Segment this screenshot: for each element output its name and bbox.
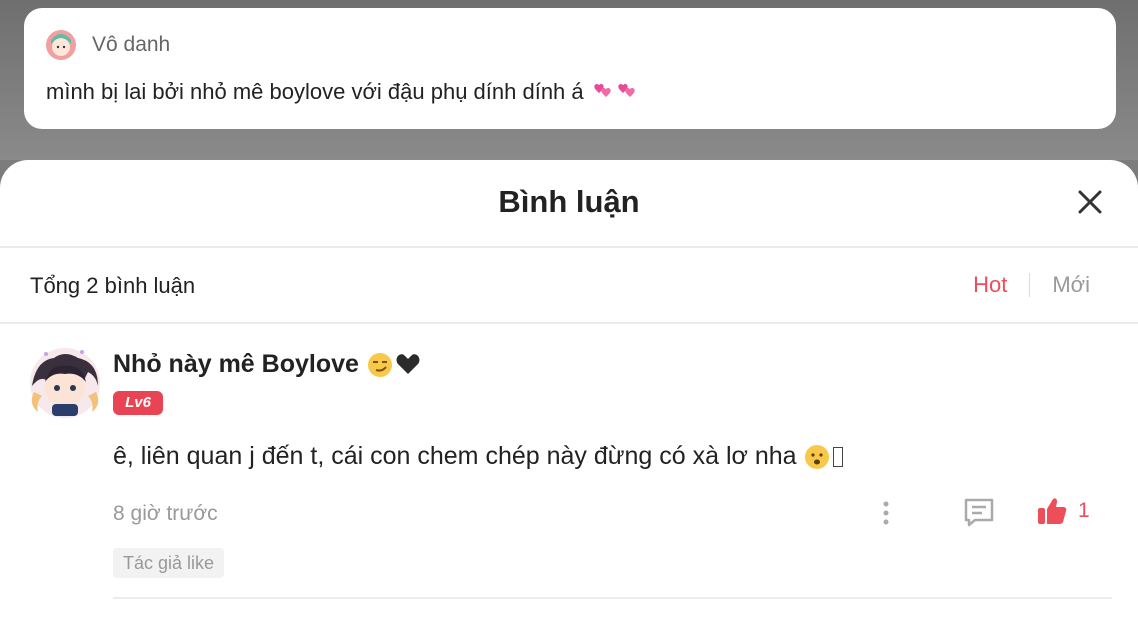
sort-hot-tab[interactable]: Hot xyxy=(973,272,1007,298)
avatar[interactable] xyxy=(26,346,104,420)
black-heart-icon xyxy=(396,353,420,374)
header-divider xyxy=(0,246,1138,248)
sort-tabs: Hot Mới xyxy=(973,272,1090,298)
heart-emoji-icon xyxy=(594,83,611,97)
level-badge: Lv6 xyxy=(113,391,163,415)
thumbs-up-icon xyxy=(1038,498,1067,524)
comment-divider xyxy=(113,597,1112,599)
comment-author-name: Nhỏ này mê Boylove xyxy=(113,350,359,378)
post-text-content: mình bị lai bởi nhỏ mê boylove với đậu p… xyxy=(46,79,584,104)
more-icon[interactable] xyxy=(878,498,894,528)
frowning-emoji-icon xyxy=(804,444,829,469)
reply-icon[interactable] xyxy=(962,496,996,528)
comment-author[interactable]: Nhỏ này mê Boylove xyxy=(113,350,421,379)
heart-emoji-icon xyxy=(618,83,635,97)
author-liked-tag: Tác giả like xyxy=(113,548,225,578)
post-card: Vô danh mình bị lai bởi nhỏ mê boylove v… xyxy=(24,8,1116,129)
like-button[interactable]: 1 xyxy=(1036,496,1090,526)
sort-new-tab[interactable]: Mới xyxy=(1052,272,1090,298)
post-author-name: Vô danh xyxy=(92,33,171,56)
missing-glyph-icon xyxy=(832,446,843,467)
sheet-title: Bình luận xyxy=(498,184,640,219)
list-divider xyxy=(0,322,1138,324)
smirk-emoji-icon xyxy=(367,352,392,377)
like-count: 1 xyxy=(1078,499,1090,522)
comment-text-content: ê, liên quan j đến t, cái con chem chép … xyxy=(113,442,797,470)
close-icon[interactable] xyxy=(1072,184,1108,220)
comments-sheet: Bình luận Tổng 2 bình luận Hot Mới Nhỏ n… xyxy=(0,160,1138,620)
sort-separator xyxy=(1029,273,1031,297)
comment-text: ê, liên quan j đến t, cái con chem chép … xyxy=(113,442,843,471)
name-emojis xyxy=(367,352,421,378)
comment-count: Tổng 2 bình luận xyxy=(30,273,196,298)
post-text: mình bị lai bởi nhỏ mê boylove với đậu p… xyxy=(46,79,638,105)
anonymous-avatar xyxy=(46,30,76,60)
comment-timestamp: 8 giờ trước xyxy=(113,502,218,525)
